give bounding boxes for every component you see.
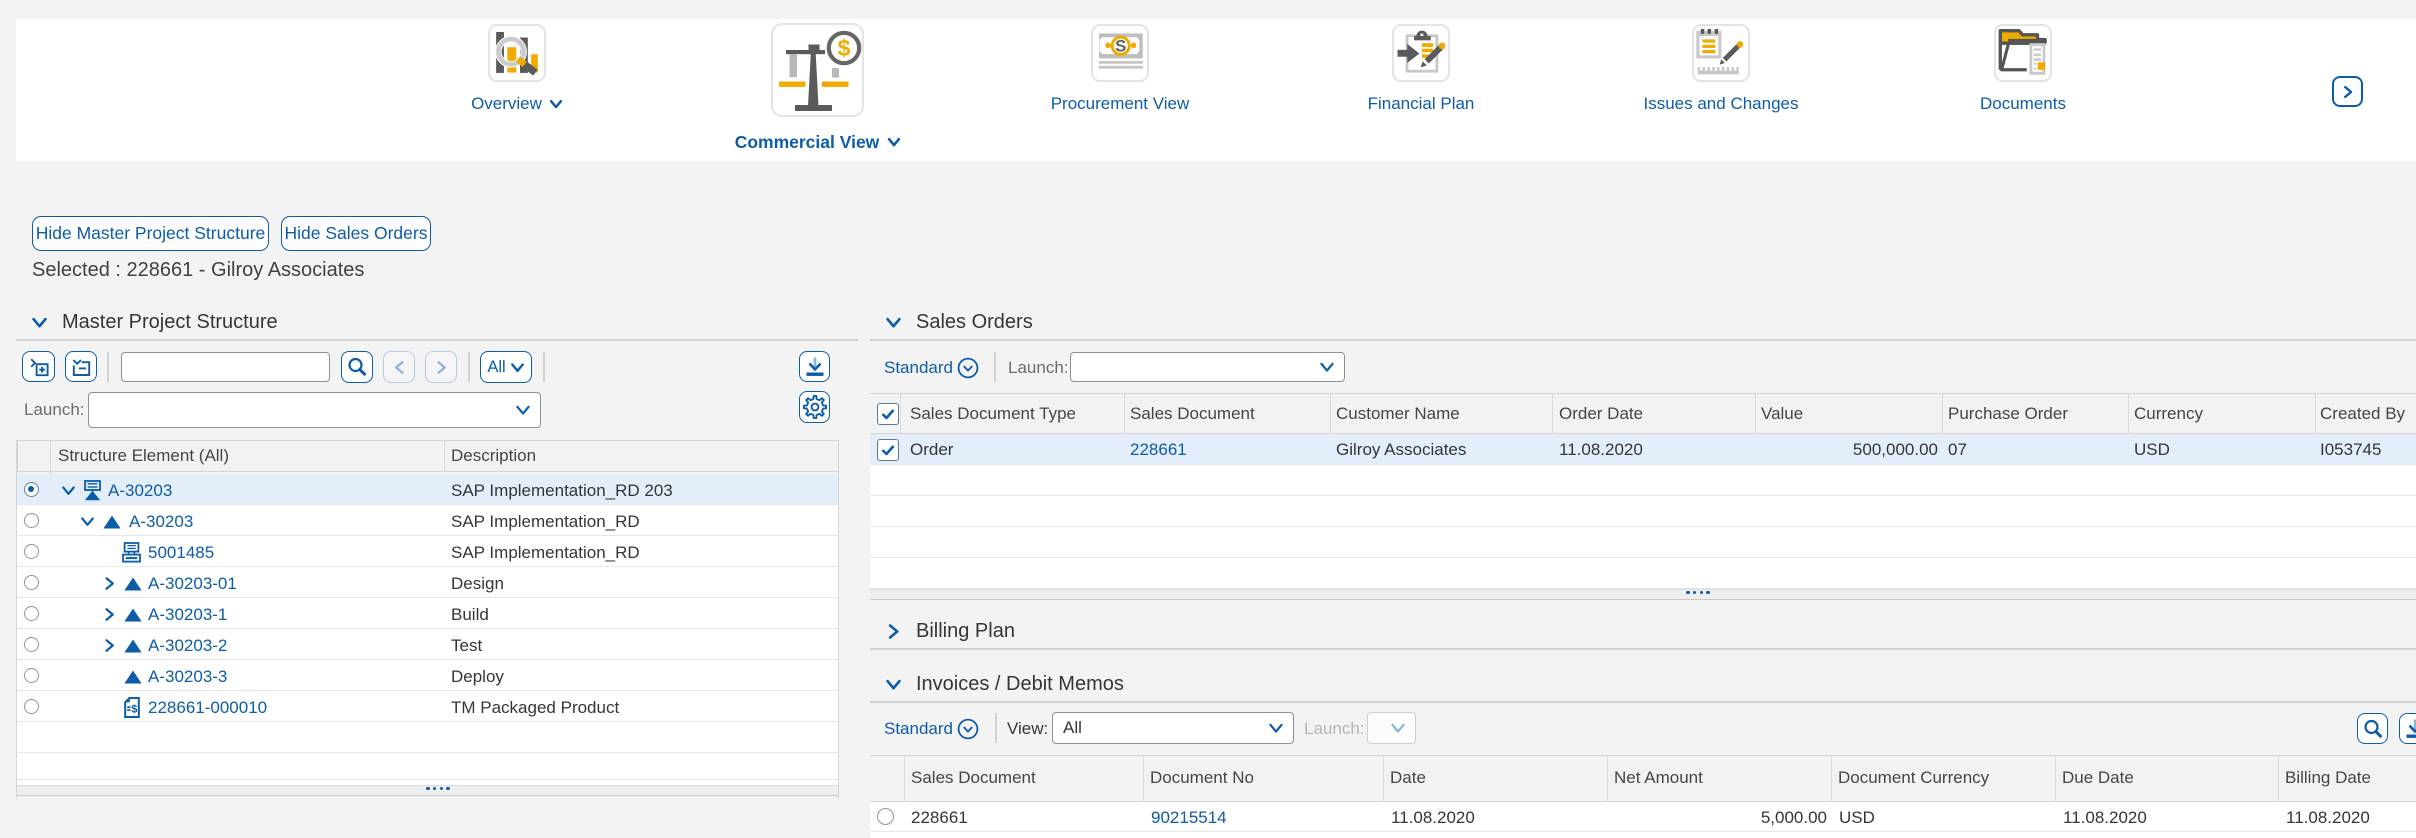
svg-text:$: $: [838, 35, 851, 61]
svg-text:$: $: [131, 704, 137, 716]
svg-text:S: S: [1115, 37, 1126, 56]
